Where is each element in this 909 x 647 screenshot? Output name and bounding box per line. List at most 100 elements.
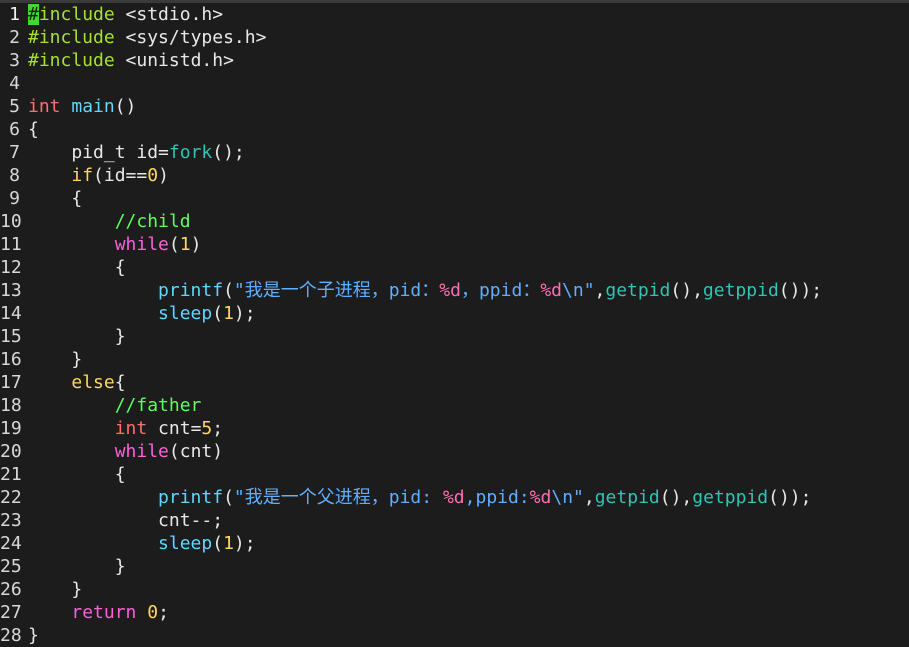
line-number: 5 — [9, 96, 20, 117]
code-line[interactable]: 15 } — [0, 325, 909, 348]
code-token: { — [28, 119, 39, 140]
code-text: #include <stdio.h> — [20, 3, 223, 26]
code-text: } — [20, 348, 82, 371]
code-token: } — [28, 349, 83, 370]
line-number: 14 — [0, 303, 22, 324]
code-text: sleep(1); — [20, 302, 256, 325]
line-number: 16 — [0, 349, 22, 370]
code-line[interactable]: 3 #include <unistd.h> — [0, 49, 909, 72]
code-text: pid_t id=fork(); — [20, 141, 245, 164]
code-text: cnt--; — [20, 509, 223, 532]
code-token: //child — [114, 211, 191, 232]
code-line[interactable]: 13 printf("我是一个子进程，pid：%d，ppid：%d\n",get… — [0, 279, 909, 302]
code-text: while(cnt) — [20, 440, 223, 463]
code-token: (), — [670, 280, 703, 301]
code-line[interactable]: 26 } — [0, 578, 909, 601]
code-text: { — [20, 256, 126, 279]
code-line[interactable]: 8 if(id==0) — [0, 164, 909, 187]
code-token: ); — [233, 533, 256, 554]
code-line[interactable]: 7 pid_t id=fork(); — [0, 141, 909, 164]
line-number: 15 — [0, 326, 22, 347]
code-text: printf("我是一个父进程，pid: %d,ppid:%d\n",getpi… — [20, 486, 811, 509]
code-line[interactable]: 4 — [0, 72, 909, 95]
line-number: 6 — [9, 119, 20, 140]
code-line[interactable]: 20 while(cnt) — [0, 440, 909, 463]
code-line[interactable]: 5 int main() — [0, 95, 909, 118]
code-token: %d — [529, 487, 552, 508]
code-line[interactable]: 1 #include <stdio.h> — [0, 3, 909, 26]
line-number: 19 — [0, 418, 22, 439]
code-text: sleep(1); — [20, 532, 256, 555]
code-token: ) — [158, 165, 169, 186]
code-line[interactable]: 12 { — [0, 256, 909, 279]
code-line[interactable]: 24 sleep(1); — [0, 532, 909, 555]
line-number: 7 — [9, 142, 20, 163]
code-token: , — [594, 280, 606, 301]
code-line[interactable]: 23 cnt--; — [0, 509, 909, 532]
code-token: ; — [212, 418, 224, 439]
line-number: 18 — [0, 395, 22, 416]
code-line[interactable]: 18 //father — [0, 394, 909, 417]
code-editor[interactable]: 1 #include <stdio.h> 2 #include <sys/types.… — [0, 3, 909, 647]
code-token: sleep — [158, 303, 213, 324]
code-line[interactable]: 17 else{ — [0, 371, 909, 394]
code-line[interactable]: 22 printf("我是一个父进程，pid: %d,ppid:%d\n",ge… — [0, 486, 909, 509]
code-token: getppid — [692, 487, 769, 508]
line-number: 21 — [0, 464, 22, 485]
code-token: \n" — [551, 487, 584, 508]
code-token: { — [28, 188, 83, 209]
code-token: fork — [168, 142, 213, 163]
code-token: <stdio.h> — [125, 4, 224, 25]
code-text: else{ — [20, 371, 125, 394]
code-token: ( — [212, 303, 224, 324]
code-text: } — [20, 624, 39, 647]
line-number: 3 — [9, 50, 20, 71]
code-token: 0 — [147, 602, 159, 623]
code-line[interactable]: 2 #include <sys/types.h> — [0, 26, 909, 49]
code-line[interactable]: 6{ — [0, 118, 909, 141]
code-token: (); — [212, 142, 245, 163]
code-line[interactable]: 9 { — [0, 187, 909, 210]
code-line[interactable]: 10 //child — [0, 210, 909, 233]
line-number: 20 — [0, 441, 22, 462]
code-token: 5 — [201, 418, 213, 439]
code-token: int — [28, 96, 61, 117]
code-token: main — [71, 96, 115, 117]
code-token: getppid — [702, 280, 779, 301]
code-token: 1 — [223, 533, 234, 554]
line-number: 4 — [9, 73, 20, 94]
code-token: } — [28, 579, 83, 600]
code-line[interactable]: 21 { — [0, 463, 909, 486]
code-line[interactable]: 25 } — [0, 555, 909, 578]
code-token: 0 — [147, 165, 159, 186]
code-line[interactable]: 19 int cnt=5; — [0, 417, 909, 440]
code-token: } — [28, 625, 39, 646]
code-line[interactable]: 14 sleep(1); — [0, 302, 909, 325]
code-line[interactable]: 28} — [0, 624, 909, 647]
code-token: <unistd.h> — [125, 50, 234, 71]
code-token: ( — [212, 533, 224, 554]
code-text: } — [20, 555, 126, 578]
code-text: //child — [20, 210, 191, 233]
line-number: 25 — [0, 556, 22, 577]
code-line[interactable]: 16 } — [0, 348, 909, 371]
code-line[interactable]: 27 return 0; — [0, 601, 909, 624]
code-token: ,ppid: — [464, 487, 530, 508]
code-line[interactable]: 11 while(1) — [0, 233, 909, 256]
code-token: return — [71, 602, 137, 623]
code-token: sleep — [158, 533, 213, 554]
code-token: int — [114, 418, 148, 439]
code-text: int main() — [20, 95, 136, 118]
code-token: ; — [158, 602, 169, 623]
